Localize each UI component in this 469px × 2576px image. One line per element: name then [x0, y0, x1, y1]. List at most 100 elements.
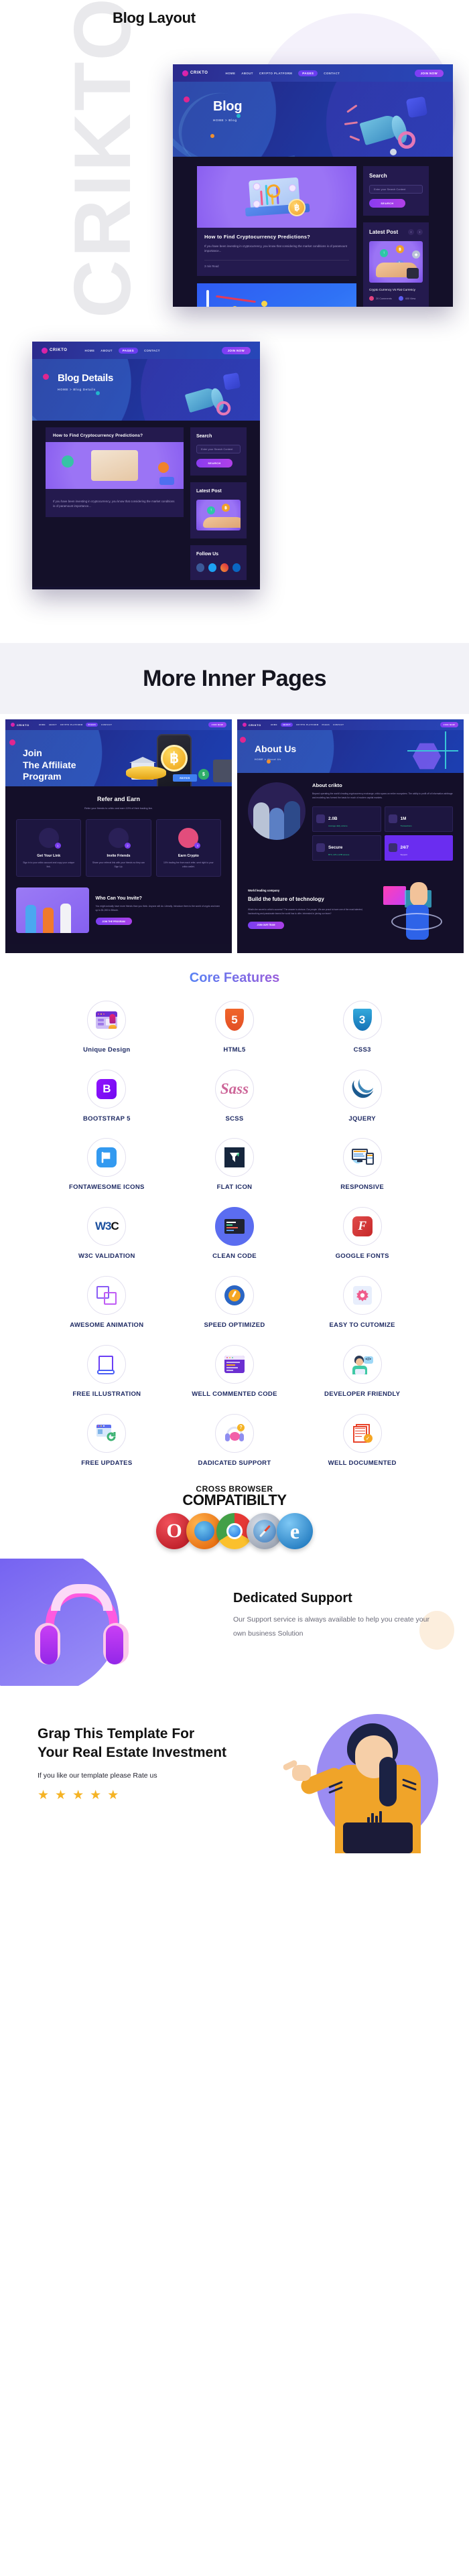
invite-title: Who Can You Invite?	[95, 896, 142, 901]
blog-post-card[interactable]: ฿ How to Find Cryptocurrency Predictions…	[197, 166, 356, 276]
nav-contact[interactable]: CONTACT	[324, 72, 340, 75]
star-1[interactable]: ★	[38, 1788, 49, 1803]
logo-mark-icon	[42, 347, 48, 354]
twitter-icon[interactable]	[208, 563, 216, 572]
invite-illustration	[16, 887, 89, 934]
instagram-icon[interactable]	[220, 563, 228, 572]
join-now-button[interactable]: JOIN NOW	[440, 722, 458, 727]
illustration-block	[159, 477, 174, 485]
search-input[interactable]: Enter your Search Content	[196, 445, 241, 453]
percent-icon: 3	[178, 827, 201, 849]
feature-item: FREE ILLUSTRATION	[43, 1344, 171, 1399]
join-now-button[interactable]: JOIN NOW	[221, 346, 251, 354]
nav-home[interactable]: HOME	[271, 723, 277, 726]
decor-dot-orange	[267, 760, 271, 764]
megaphone-ring	[398, 131, 415, 149]
card-desc: 10% trading fee from each refer, sent ri…	[163, 861, 214, 868]
person-2	[43, 908, 54, 934]
nav-contact[interactable]: CONTACT	[333, 723, 344, 726]
star-5[interactable]: ★	[107, 1788, 119, 1803]
join-now-button[interactable]: JOIN NOW	[208, 722, 226, 727]
html5-icon: 5	[214, 1000, 254, 1040]
hero-swirl-decor	[237, 730, 360, 773]
next-arrow-icon[interactable]: ›	[417, 229, 423, 235]
nav-home[interactable]: HOME	[226, 72, 236, 75]
refer-button[interactable]: REFER	[173, 774, 197, 782]
join-team-button[interactable]: JOIN OUR TEAM	[248, 921, 284, 929]
star-2[interactable]: ★	[55, 1788, 66, 1803]
nav-home[interactable]: HOME	[39, 723, 46, 726]
facebook-icon[interactable]	[196, 563, 204, 572]
megaphone-illustration	[343, 96, 430, 155]
nav-about[interactable]: ABOUT	[49, 723, 57, 726]
mockup-post-detail: How to Find Cryptocurrency Predictions? …	[46, 427, 184, 587]
google-fonts-badge: F	[352, 1216, 373, 1237]
invite-join-button[interactable]: JOIN THE PROGRAM	[95, 918, 132, 926]
nav-pages[interactable]: PAGES	[298, 70, 318, 76]
build-future-row: World leading company Build the future o…	[248, 875, 453, 942]
nav-crypto-platform[interactable]: CRYPTO PLATFORM	[296, 723, 319, 726]
megaphone-ray-2	[344, 121, 358, 125]
refer-and-earn-section: Refer and Earn Refer your friends to cri…	[5, 786, 232, 944]
nav-about[interactable]: ABOUT	[280, 723, 293, 727]
nav-home[interactable]: HOME	[85, 349, 95, 352]
blog-post-card[interactable]: How to Find Cryptocurrency Predictions? …	[46, 427, 184, 517]
nav-crypto-platform[interactable]: CRYPTO PLATFORM	[259, 72, 292, 75]
build-eyebrow: World leading company	[248, 889, 280, 893]
nav-contact[interactable]: CONTACT	[101, 723, 112, 726]
customize-icon	[342, 1276, 382, 1315]
nav-about[interactable]: ABOUT	[100, 349, 113, 352]
feature-item: ? DADICATED SUPPORT	[171, 1413, 299, 1468]
feature-item: CLEAN CODE	[171, 1207, 299, 1261]
megaphone-square-decor	[222, 372, 241, 390]
core-features-title: Core Features	[0, 971, 469, 986]
grab-title-line2: Your Real Estate Investment	[38, 1744, 227, 1760]
person-2	[269, 808, 284, 840]
person-3	[284, 801, 300, 840]
nav-about[interactable]: ABOUT	[241, 72, 253, 75]
prev-arrow-icon[interactable]: ‹	[408, 229, 414, 235]
token-icon-1: ↑	[380, 249, 388, 257]
megaphone-ring	[216, 401, 231, 416]
post-thumbnail	[46, 442, 184, 489]
step-badge: 1	[54, 842, 61, 849]
commented-code-icon	[214, 1344, 254, 1384]
join-now-button[interactable]: JOIN NOW	[414, 69, 444, 77]
flaticon-badge	[224, 1147, 245, 1168]
mockup-nav-links: HOME ABOUT CRYPTO PLATFORM PAGES CONTACT	[226, 70, 340, 76]
rating-stars[interactable]: ★ ★ ★ ★ ★	[38, 1788, 306, 1803]
decor-dot-pink	[43, 374, 49, 380]
w3c-glyph: W3C	[94, 1220, 119, 1233]
views-count: 400 View	[398, 296, 415, 301]
search-input[interactable]: Enter your Search Content	[369, 185, 423, 194]
latest-post-headline[interactable]: Crypto Currency Vs Fiat Currency	[369, 288, 423, 291]
linkedin-icon[interactable]	[232, 563, 241, 572]
browser-window-icon	[96, 1011, 118, 1029]
megaphone-illustration	[172, 372, 243, 420]
search-button[interactable]: SEARCH	[196, 459, 232, 468]
fontawesome-flag	[96, 1147, 117, 1168]
blog-page-mockup: CRIKTO HOME ABOUT CRYPTO PLATFORM PAGES …	[173, 64, 453, 307]
feature-item: 3 CSS3	[298, 1000, 426, 1055]
shot-logo: CRIKTO	[11, 723, 29, 727]
sass-glyph: Sass	[220, 1080, 249, 1097]
browser-logos: O e	[0, 1512, 469, 1549]
refer-section-subtitle: Refer your friends to crikto and earn 10…	[84, 807, 153, 810]
nav-pages[interactable]: PAGES	[322, 723, 330, 726]
megaphone-ray-3	[349, 135, 360, 141]
core-features-section: Core Features Unique Design 5 HTML5 3 CS…	[0, 952, 469, 1480]
scroll-illustration	[97, 1354, 116, 1374]
nav-contact[interactable]: CONTACT	[144, 349, 160, 352]
line-red	[216, 295, 256, 303]
about-page-screenshot: CRIKTO HOME ABOUT CRYPTO PLATFORM PAGES …	[237, 719, 464, 953]
headphone-pad-left	[40, 1625, 58, 1664]
blog-post-card[interactable]	[197, 283, 356, 307]
nav-crypto-platform[interactable]: CRYPTO PLATFORM	[60, 723, 83, 726]
search-button[interactable]: SEARCH	[369, 199, 405, 208]
nav-pages[interactable]: PAGES	[86, 723, 98, 727]
support-headset-icon: ?	[214, 1413, 254, 1453]
star-3[interactable]: ★	[72, 1788, 84, 1803]
jquery-glyph	[352, 1078, 373, 1098]
star-4[interactable]: ★	[90, 1788, 101, 1803]
nav-pages[interactable]: PAGES	[118, 347, 138, 354]
